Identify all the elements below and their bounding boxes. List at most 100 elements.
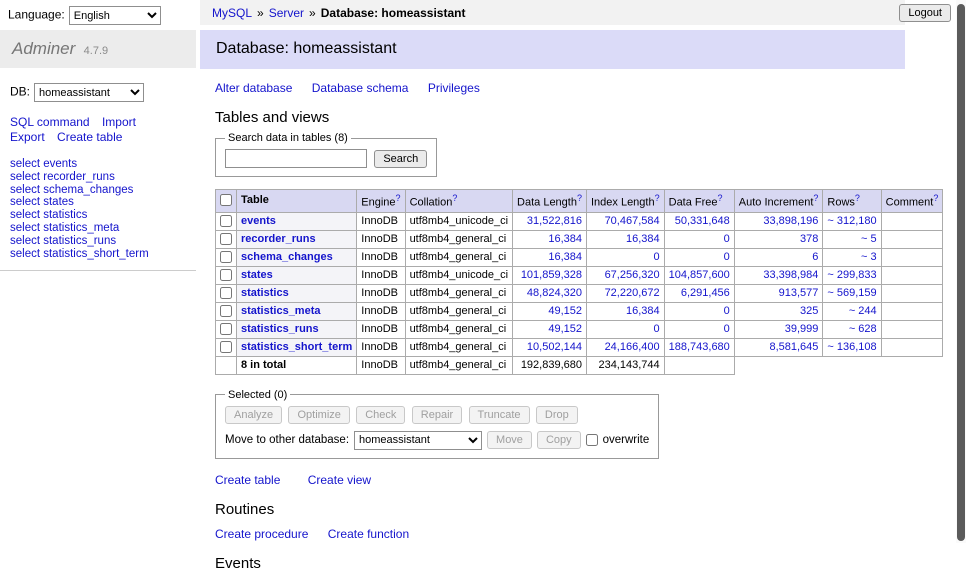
db-select[interactable]: homeassistant — [34, 83, 144, 102]
auto-increment-link[interactable]: 33,398,984 — [763, 269, 818, 281]
index-length-link[interactable]: 0 — [654, 323, 660, 335]
sidebar-link-select-statistics-short-term[interactable]: select statistics_short_term — [10, 248, 196, 261]
row-checkbox[interactable] — [220, 215, 232, 227]
sidebar-link-select-statistics-runs[interactable]: select statistics_runs — [10, 235, 196, 248]
help-icon[interactable]: ? — [933, 193, 938, 203]
sidebar-link-select-states[interactable]: select states — [10, 196, 196, 209]
index-length-link[interactable]: 16,384 — [626, 305, 660, 317]
help-icon[interactable]: ? — [577, 193, 582, 203]
row-checkbox[interactable] — [220, 233, 232, 245]
auto-increment-link[interactable]: 39,999 — [785, 323, 819, 335]
index-length-link[interactable]: 24,166,400 — [605, 341, 660, 353]
index-length-link[interactable]: 72,220,672 — [605, 287, 660, 299]
table-name-link[interactable]: recorder_runs — [241, 233, 316, 245]
help-icon[interactable]: ? — [396, 193, 401, 203]
sidebar-link-export[interactable]: Export — [10, 130, 45, 144]
move-button[interactable]: Move — [487, 431, 532, 449]
alter-database-link[interactable]: Alter database — [215, 81, 292, 95]
rows-count-link[interactable]: ~ 569,159 — [827, 287, 876, 299]
data-length-link[interactable]: 16,384 — [548, 251, 582, 263]
overwrite-checkbox[interactable] — [586, 434, 598, 446]
rows-count-link[interactable]: ~ 312,180 — [827, 215, 876, 227]
index-length-link[interactable]: 16,384 — [626, 233, 660, 245]
create-function-link[interactable]: Create function — [328, 527, 409, 541]
sidebar-link-select-statistics-meta[interactable]: select statistics_meta — [10, 222, 196, 235]
data-length-link[interactable]: 10,502,144 — [527, 341, 582, 353]
repair-button[interactable]: Repair — [412, 406, 462, 424]
data-length-link[interactable]: 49,152 — [548, 323, 582, 335]
row-checkbox[interactable] — [220, 341, 232, 353]
copy-button[interactable]: Copy — [537, 431, 581, 449]
auto-increment-link[interactable]: 325 — [800, 305, 818, 317]
table-name-link[interactable]: statistics_short_term — [241, 341, 352, 353]
data-free-link[interactable]: 188,743,680 — [669, 341, 730, 353]
help-icon[interactable]: ? — [813, 193, 818, 203]
data-length-link[interactable]: 49,152 — [548, 305, 582, 317]
sidebar-link-import[interactable]: Import — [102, 115, 136, 129]
analyze-button[interactable]: Analyze — [225, 406, 282, 424]
data-free-link[interactable]: 0 — [724, 305, 730, 317]
row-checkbox[interactable] — [220, 251, 232, 263]
language-select[interactable]: English — [69, 6, 161, 25]
table-name-link[interactable]: schema_changes — [241, 251, 333, 263]
rows-count-link[interactable]: ~ 5 — [861, 233, 877, 245]
move-database-select[interactable]: homeassistant — [354, 431, 482, 450]
data-free-link[interactable]: 0 — [724, 233, 730, 245]
sidebar-link-select-recorder-runs[interactable]: select recorder_runs — [10, 171, 196, 184]
sidebar-link-select-schema-changes[interactable]: select schema_changes — [10, 184, 196, 197]
auto-increment-link[interactable]: 6 — [812, 251, 818, 263]
sidebar-link-create-table[interactable]: Create table — [57, 130, 122, 144]
create-table-link[interactable]: Create table — [215, 473, 280, 487]
create-procedure-link[interactable]: Create procedure — [215, 527, 308, 541]
optimize-button[interactable]: Optimize — [288, 406, 349, 424]
drop-button[interactable]: Drop — [536, 406, 578, 424]
data-length-link[interactable]: 48,824,320 — [527, 287, 582, 299]
index-length-link[interactable]: 70,467,584 — [605, 215, 660, 227]
table-name-link[interactable]: statistics_meta — [241, 305, 321, 317]
auto-increment-link[interactable]: 378 — [800, 233, 818, 245]
sidebar-link-select-events[interactable]: select events — [10, 158, 196, 171]
logout-button[interactable]: Logout — [899, 4, 951, 22]
database-schema-link[interactable]: Database schema — [312, 81, 409, 95]
auto-increment-link[interactable]: 8,581,645 — [769, 341, 818, 353]
privileges-link[interactable]: Privileges — [428, 81, 480, 95]
create-view-link[interactable]: Create view — [308, 473, 371, 487]
rows-count-link[interactable]: ~ 628 — [849, 323, 877, 335]
vertical-scrollbar[interactable] — [956, 0, 966, 543]
breadcrumb-mysql-link[interactable]: MySQL — [212, 6, 252, 20]
row-checkbox[interactable] — [220, 323, 232, 335]
data-free-link[interactable]: 0 — [724, 251, 730, 263]
breadcrumb-server-link[interactable]: Server — [269, 6, 304, 20]
rows-count-link[interactable]: ~ 244 — [849, 305, 877, 317]
data-free-link[interactable]: 104,857,600 — [669, 269, 730, 281]
help-icon[interactable]: ? — [718, 193, 723, 203]
row-checkbox[interactable] — [220, 287, 232, 299]
auto-increment-link[interactable]: 913,577 — [779, 287, 819, 299]
table-name-link[interactable]: statistics — [241, 287, 289, 299]
table-name-link[interactable]: statistics_runs — [241, 323, 319, 335]
truncate-button[interactable]: Truncate — [469, 406, 530, 424]
rows-count-link[interactable]: ~ 299,833 — [827, 269, 876, 281]
data-length-link[interactable]: 16,384 — [548, 233, 582, 245]
help-icon[interactable]: ? — [452, 193, 457, 203]
table-name-link[interactable]: states — [241, 269, 273, 281]
sidebar-link-sql-command[interactable]: SQL command — [10, 115, 90, 129]
auto-increment-link[interactable]: 33,898,196 — [763, 215, 818, 227]
help-icon[interactable]: ? — [655, 193, 660, 203]
data-free-link[interactable]: 0 — [724, 323, 730, 335]
index-length-link[interactable]: 67,256,320 — [605, 269, 660, 281]
index-length-link[interactable]: 0 — [654, 251, 660, 263]
row-checkbox[interactable] — [220, 305, 232, 317]
row-checkbox[interactable] — [220, 269, 232, 281]
scrollbar-thumb[interactable] — [957, 4, 965, 541]
sidebar-link-select-statistics[interactable]: select statistics — [10, 209, 196, 222]
search-button[interactable]: Search — [374, 150, 427, 168]
help-icon[interactable]: ? — [855, 193, 860, 203]
search-input[interactable] — [225, 149, 367, 168]
data-length-link[interactable]: 101,859,328 — [521, 269, 582, 281]
select-all-checkbox[interactable] — [220, 194, 232, 206]
table-name-link[interactable]: events — [241, 215, 276, 227]
rows-count-link[interactable]: ~ 136,108 — [827, 341, 876, 353]
data-length-link[interactable]: 31,522,816 — [527, 215, 582, 227]
check-button[interactable]: Check — [356, 406, 405, 424]
